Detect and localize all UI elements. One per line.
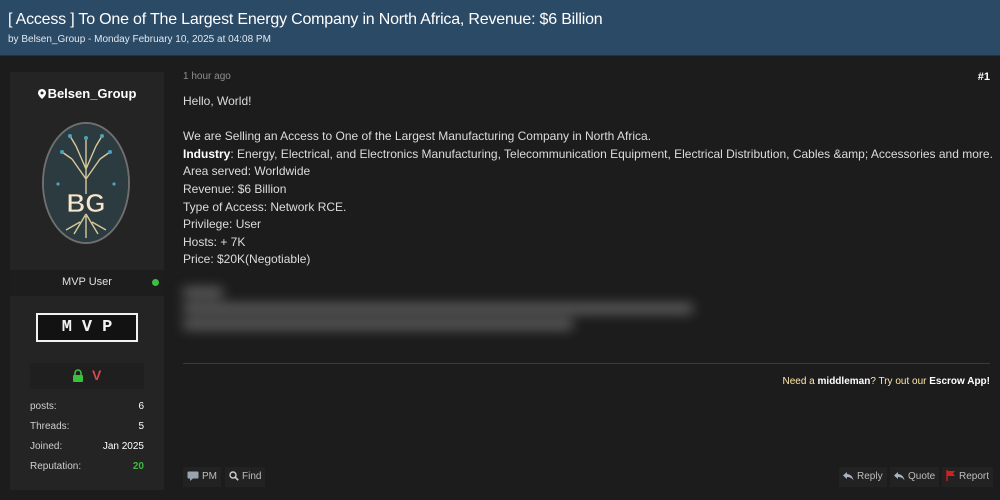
post-divider — [183, 363, 990, 364]
pm-label: PM — [202, 471, 217, 482]
quote-icon — [894, 472, 905, 481]
find-label: Find — [242, 471, 262, 482]
stat-label: Reputation: — [30, 461, 82, 472]
v-icon: V — [92, 367, 102, 383]
post-privilege: Privilege: User — [183, 217, 262, 232]
user-sidebar: Belsen_Group BG MVP User MVP V posts: 6 … — [10, 72, 164, 490]
stat-value[interactable]: 5 — [138, 421, 144, 432]
username[interactable]: Belsen_Group — [10, 86, 164, 101]
report-button[interactable]: Report — [942, 467, 994, 487]
stat-label: Threads: — [30, 421, 70, 432]
flag-icon — [946, 470, 955, 481]
thread-title: [ Access ] To One of The Largest Energy … — [8, 11, 603, 28]
middleman-link[interactable]: middleman — [818, 376, 871, 387]
user-rank: MVP User — [62, 276, 112, 288]
reply-icon — [843, 472, 854, 481]
pm-icon — [187, 471, 199, 481]
industry-label: Industry — [183, 146, 231, 161]
avatar[interactable]: BG — [42, 122, 130, 244]
post-revenue: Revenue: $6 Billion — [183, 181, 287, 196]
reply-label: Reply — [857, 471, 883, 482]
online-status-indicator — [152, 279, 159, 286]
post-industry: Industry: Energy, Electrical, and Electr… — [183, 146, 993, 164]
escrow-app-link[interactable]: Escrow App! — [929, 376, 990, 387]
rank-bar: MVP User — [10, 270, 164, 296]
quote-label: Quote — [908, 471, 936, 482]
report-label: Report — [959, 471, 990, 482]
blurred-content — [183, 284, 703, 342]
post-body: Hello, World! We are Selling an Access t… — [183, 93, 993, 269]
thread-meta: by Belsen_Group - Monday February 10, 20… — [8, 34, 271, 45]
map-marker-icon — [37, 89, 46, 99]
escrow-prefix: Need a — [782, 376, 818, 387]
quote-button[interactable]: Quote — [890, 467, 940, 487]
stat-label: posts: — [30, 401, 57, 412]
post-greeting: Hello, World! — [183, 94, 252, 108]
post-number[interactable]: #1 — [978, 71, 990, 83]
mvp-badge: MVP — [36, 313, 138, 342]
escrow-middle: ? Try out our — [870, 376, 930, 387]
stat-value[interactable]: 20 — [133, 461, 144, 472]
avatar-monogram: BG — [67, 188, 106, 218]
award-badges: V — [30, 363, 144, 389]
reply-button[interactable]: Reply — [839, 467, 887, 487]
pm-button[interactable]: PM — [183, 467, 221, 487]
stat-value[interactable]: 6 — [138, 401, 144, 412]
industry-value: : Energy, Electrical, and Electronics Ma… — [230, 146, 993, 161]
stat-value: Jan 2025 — [102, 441, 144, 452]
lock-icon — [73, 369, 83, 382]
post-access-type: Type of Access: Network RCE. — [183, 199, 347, 214]
find-button[interactable]: Find — [225, 467, 266, 487]
post-area: Area served: Worldwide — [183, 164, 311, 179]
post-price: Price: $20K(Negotiable) — [183, 252, 311, 267]
stat-label: Joined: — [30, 441, 63, 452]
post-hosts: Hosts: + 7K — [183, 234, 246, 249]
post-intro: We are Selling an Access to One of the L… — [183, 129, 652, 144]
thread-header: [ Access ] To One of The Largest Energy … — [0, 0, 1000, 56]
escrow-promo: Need a middleman? Try out our Escrow App… — [783, 376, 991, 387]
username-text: Belsen_Group — [47, 86, 137, 101]
search-icon — [229, 471, 239, 481]
post-timestamp: 1 hour ago — [183, 71, 231, 82]
